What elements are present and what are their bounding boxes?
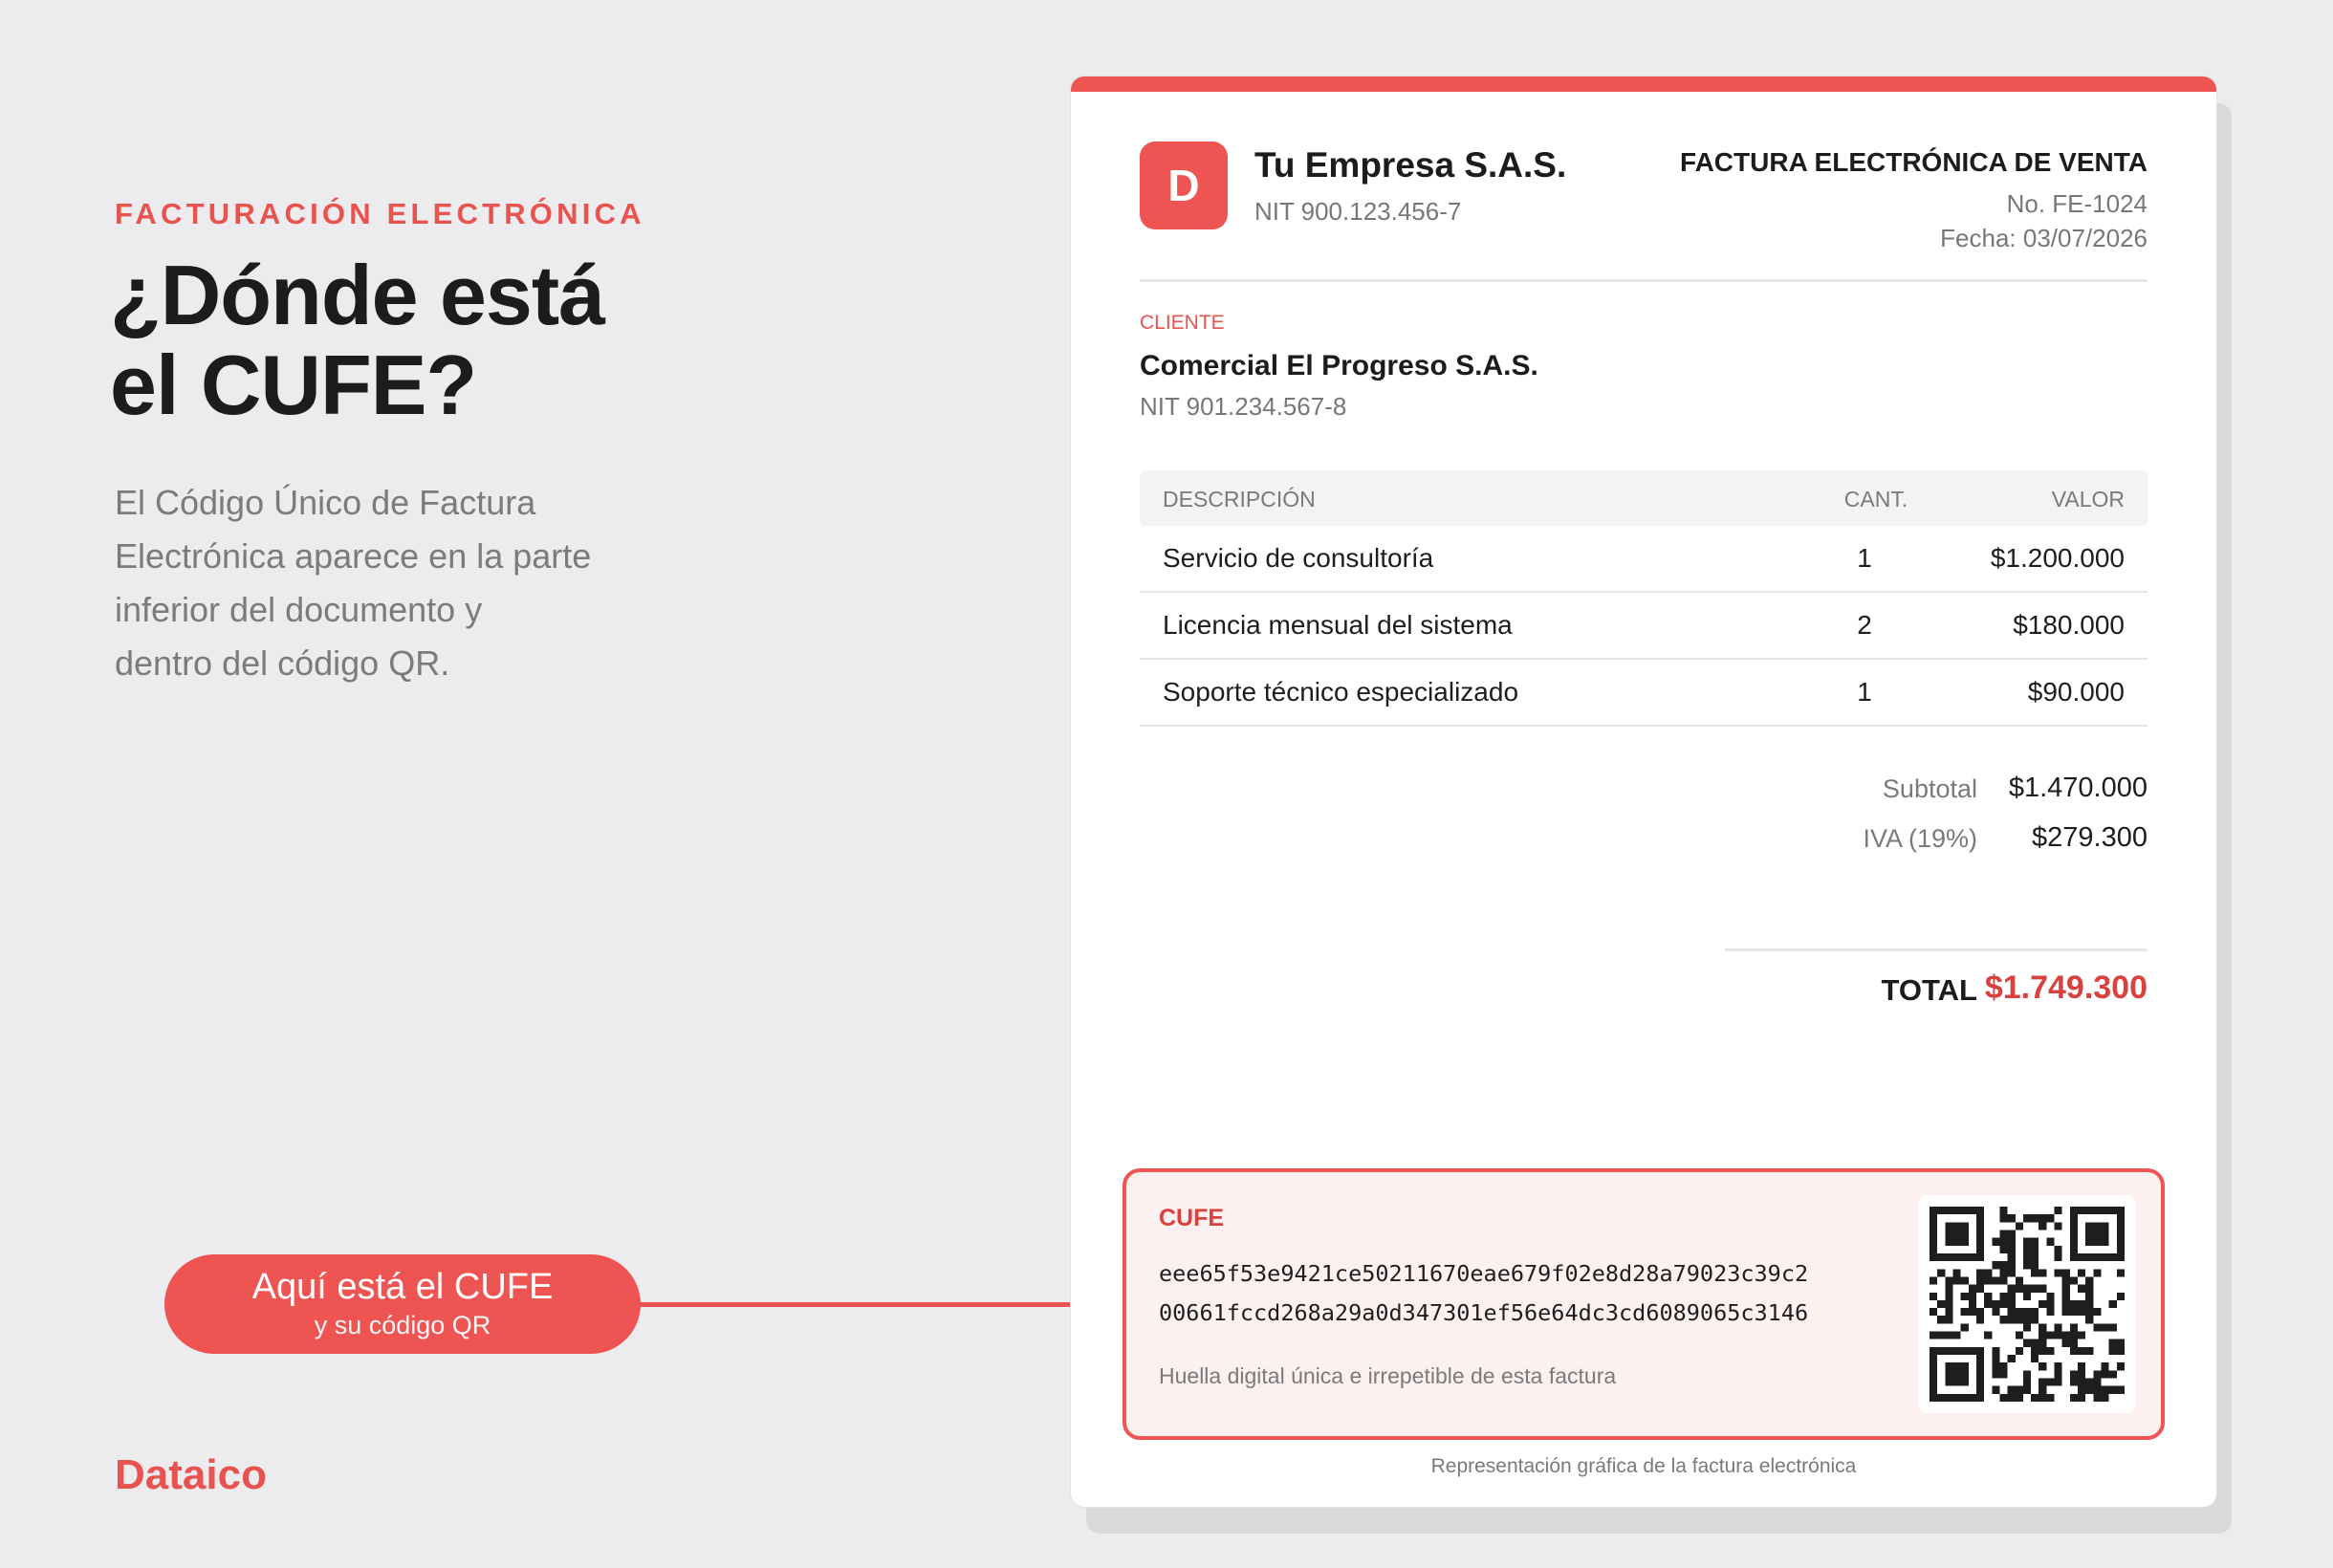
table-header: DESCRIPCIÓN CANT. VALOR [1140,470,2148,526]
table-row: Soporte técnico especializado 1 $90.000 [1140,660,2148,727]
item-quantity: 1 [1857,677,1872,707]
table-row: Servicio de consultoría 1 $1.200.000 [1140,526,2148,593]
qr-code-icon [1918,1195,2136,1413]
totals-divider [1725,948,2148,951]
cufe-code[interactable]: eee65f53e9421ce50211670eae679f02e8d28a79… [1159,1254,1808,1333]
item-value: $90.000 [2027,677,2125,707]
item-description: Servicio de consultoría [1163,543,1434,573]
header-divider [1140,279,2148,282]
cufe-section: CUFE eee65f53e9421ce50211670eae679f02e8d… [1123,1168,2165,1440]
callout-arrow-line [639,1302,1098,1307]
item-description: Soporte técnico especializado [1163,677,1519,707]
item-value: $180.000 [2013,610,2125,640]
column-header-quantity: CANT. [1843,487,1908,512]
intro-line-3: inferior del documento y [115,590,483,629]
cufe-caption: Huella digital única e irrepetible de es… [1159,1363,1617,1388]
invoice-card: D Tu Empresa S.A.S. NIT 900.123.456-7 FA… [1071,76,2216,1507]
headline-line-1: ¿Dónde está [110,248,605,342]
brand-logo-text: Dataico [115,1451,267,1498]
invoice-top-bar [1071,76,2216,92]
intro-text: El Código Único de Factura Electrónica a… [115,476,650,690]
client-label: CLIENTE [1140,312,1225,334]
cufe-callout-pill[interactable]: Aquí está el CUFE y su código QR [164,1254,641,1354]
callout-main-text: Aquí está el CUFE [251,1267,554,1307]
document-number: No. FE-1024 [2006,189,2148,218]
document-date: Fecha: 03/07/2026 [1940,224,2148,252]
table-row: Licencia mensual del sistema 2 $180.000 [1140,593,2148,660]
cufe-code-line-2: 00661fccd268a29a0d347301ef56e64dc3cd6089… [1159,1299,1809,1326]
item-quantity: 2 [1857,610,1872,640]
headline-line-2: el CUFE? [110,338,477,432]
client-nit: NIT 901.234.567-8 [1140,392,1347,421]
callout-sub-text: y su código QR [314,1311,491,1339]
subtotal-value: $1.470.000 [2008,773,2148,803]
tax-value: $279.300 [2032,822,2148,853]
document-title: FACTURA ELECTRÓNICA DE VENTA [1680,147,2148,177]
qr-code-graphic [1930,1207,2125,1402]
intro-line-2: Electrónica aparece en la parte [115,536,592,576]
item-description: Licencia mensual del sistema [1163,610,1513,640]
total-value: $1.749.300 [1984,969,2148,1006]
company-logo-icon: D [1140,142,1228,229]
column-header-description: DESCRIPCIÓN [1163,487,1316,512]
client-name: Comercial El Progreso S.A.S. [1140,350,1538,381]
column-header-value: VALOR [2051,487,2125,512]
item-quantity: 1 [1857,543,1872,573]
intro-line-4: dentro del código QR. [115,643,450,683]
page-headline: ¿Dónde está el CUFE? [110,248,605,432]
company-name: Tu Empresa S.A.S. [1254,145,1567,185]
cufe-label: CUFE [1159,1205,1225,1231]
items-table: DESCRIPCIÓN CANT. VALOR Servicio de cons… [1140,470,2148,727]
company-nit: NIT 900.123.456-7 [1254,197,1462,226]
item-value: $1.200.000 [1990,543,2125,573]
intro-line-1: El Código Único de Factura [115,483,536,522]
cufe-code-line-1: eee65f53e9421ce50211670eae679f02e8d28a79… [1159,1260,1809,1287]
section-eyebrow: FACTURACIÓN ELECTRÓNICA [115,197,645,230]
invoice-footer-note: Representación gráfica de la factura ele… [1430,1455,1857,1477]
